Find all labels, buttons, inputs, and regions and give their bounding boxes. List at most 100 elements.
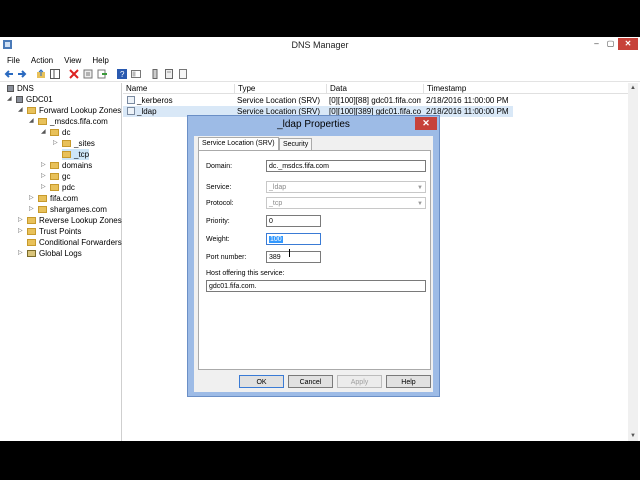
- menu-view[interactable]: View: [57, 54, 85, 66]
- expand-icon[interactable]: ▷: [18, 215, 23, 226]
- export-list-icon[interactable]: [97, 69, 107, 79]
- domain-field[interactable]: dc._msdcs.fifa.com: [266, 160, 426, 172]
- chevron-down-icon: ▼: [417, 201, 423, 207]
- tree-item-gc[interactable]: ▷ gc: [41, 171, 70, 182]
- tree-item-dns[interactable]: DNS: [7, 83, 34, 94]
- table-row[interactable]: _kerberos Service Location (SRV) [0][100…: [123, 95, 513, 106]
- help-icon[interactable]: ?: [117, 69, 127, 79]
- collapse-icon[interactable]: ◢: [18, 105, 23, 116]
- properties-icon[interactable]: [83, 69, 93, 79]
- weight-value: 100: [269, 236, 283, 243]
- service-select[interactable]: _ldap ▼: [266, 181, 426, 193]
- column-header-type[interactable]: Type: [234, 84, 255, 93]
- server-icon[interactable]: [150, 69, 160, 79]
- help-button[interactable]: Help: [386, 375, 431, 388]
- weight-field[interactable]: 100: [266, 233, 321, 245]
- collapse-icon[interactable]: ◢: [7, 94, 12, 105]
- back-arrow-icon[interactable]: [4, 69, 14, 79]
- maximize-button[interactable]: ▢: [604, 38, 617, 50]
- dialog-body: Service Location (SRV) Security Domain: …: [194, 136, 433, 392]
- expand-icon[interactable]: ▷: [18, 248, 23, 259]
- record-icon: [127, 96, 135, 104]
- folder-icon: [27, 228, 36, 235]
- dns-icon: [7, 85, 14, 92]
- menu-help[interactable]: Help: [85, 54, 112, 66]
- tree-item-reverse-lookup-zones[interactable]: ▷ Reverse Lookup Zones: [18, 215, 122, 226]
- window-title: DNS Manager: [291, 40, 349, 50]
- filter-icon[interactable]: [178, 69, 188, 79]
- weight-label: Weight:: [206, 236, 230, 243]
- tree-item-domains[interactable]: ▷ domains: [41, 160, 92, 171]
- tree-item-trust-points[interactable]: ▷ Trust Points: [18, 226, 81, 237]
- column-header-data[interactable]: Data: [326, 84, 347, 93]
- folder-icon: [62, 140, 71, 147]
- column-header-name[interactable]: Name: [123, 84, 147, 93]
- delete-icon[interactable]: [69, 69, 79, 79]
- column-header-timestamp[interactable]: Timestamp: [423, 84, 466, 93]
- row-name: _ldap: [137, 107, 157, 116]
- tree-item-shargames[interactable]: ▷ shargames.com: [29, 204, 107, 215]
- list-header: Name Type Data Timestamp: [123, 83, 628, 94]
- forward-arrow-icon[interactable]: [17, 69, 27, 79]
- host-label: Host offering this service:: [206, 270, 285, 277]
- title-bar: DNS Manager – ▢ ✕: [0, 37, 640, 53]
- collapse-icon[interactable]: ◢: [41, 127, 46, 138]
- expand-icon[interactable]: ▷: [41, 182, 46, 193]
- tree-item-fifa[interactable]: ▷ fifa.com: [29, 193, 78, 204]
- menu-file[interactable]: File: [0, 54, 24, 66]
- tree-item-dc[interactable]: ◢ dc: [41, 127, 70, 138]
- zone-icon: [38, 206, 47, 213]
- scroll-down-icon[interactable]: ▼: [628, 431, 638, 441]
- record-icon: [127, 107, 135, 115]
- console-tree: DNS ◢ GDC01 ◢ Forward Lookup Zones ◢ _msdcs…: [0, 83, 122, 441]
- toolbar: ?: [0, 67, 640, 82]
- folder-icon: [27, 217, 36, 224]
- folder-icon: [50, 173, 59, 180]
- ok-button[interactable]: OK: [239, 375, 284, 388]
- scroll-up-icon[interactable]: ▲: [628, 83, 638, 93]
- port-label: Port number:: [206, 254, 247, 261]
- tab-service-location[interactable]: Service Location (SRV): [198, 137, 279, 150]
- zone-icon: [38, 195, 47, 202]
- tab-security[interactable]: Security: [279, 138, 313, 150]
- tree-item-sites[interactable]: ▷ _sites: [53, 138, 95, 149]
- menu-bar: File Action View Help: [0, 54, 640, 66]
- up-folder-icon[interactable]: [36, 69, 46, 79]
- protocol-label: Protocol:: [206, 200, 234, 207]
- expand-icon[interactable]: ▷: [41, 160, 46, 171]
- tree-item-conditional-forwarders[interactable]: Conditional Forwarders: [27, 237, 122, 248]
- priority-label: Priority:: [206, 218, 230, 225]
- expand-icon[interactable]: ▷: [18, 226, 23, 237]
- host-field[interactable]: gdc01.fifa.com.: [206, 280, 426, 292]
- expand-icon[interactable]: ▷: [29, 193, 34, 204]
- row-data: [0][100][88] gdc01.fifa.com.: [329, 96, 421, 105]
- dialog-close-button[interactable]: ✕: [415, 117, 437, 130]
- tree-item-msdcs[interactable]: ◢ _msdcs.fifa.com: [29, 116, 108, 127]
- collapse-icon[interactable]: ◢: [29, 116, 34, 127]
- server-icon: [16, 96, 23, 103]
- minimize-button[interactable]: –: [590, 38, 603, 50]
- expand-icon[interactable]: ▷: [53, 138, 58, 149]
- folder-icon: [50, 129, 59, 136]
- record-icon[interactable]: [164, 69, 174, 79]
- show-hide-tree-icon[interactable]: [50, 69, 60, 79]
- folder-icon: [62, 151, 71, 158]
- close-button[interactable]: ✕: [618, 38, 638, 50]
- menu-action[interactable]: Action: [24, 54, 57, 66]
- tree-item-tcp[interactable]: _tcp: [62, 149, 90, 160]
- apply-button[interactable]: Apply: [337, 375, 382, 388]
- service-label: Service:: [206, 184, 232, 191]
- cancel-button[interactable]: Cancel: [288, 375, 333, 388]
- expand-icon[interactable]: ▷: [41, 171, 46, 182]
- expand-icon[interactable]: ▷: [29, 204, 34, 215]
- svg-text:?: ?: [120, 70, 125, 79]
- protocol-select[interactable]: _tcp ▼: [266, 197, 426, 209]
- tree-item-pdc[interactable]: ▷ pdc: [41, 182, 75, 193]
- tree-item-forward-lookup-zones[interactable]: ◢ Forward Lookup Zones: [18, 105, 121, 116]
- dialog-title: _ldap Properties: [277, 119, 350, 130]
- vertical-scrollbar[interactable]: ▲ ▼: [628, 83, 638, 441]
- tree-item-global-logs[interactable]: ▷ Global Logs: [18, 248, 82, 259]
- console-view-icon[interactable]: [131, 69, 141, 79]
- tree-item-server[interactable]: ◢ GDC01: [7, 94, 53, 105]
- priority-field[interactable]: 0: [266, 215, 321, 227]
